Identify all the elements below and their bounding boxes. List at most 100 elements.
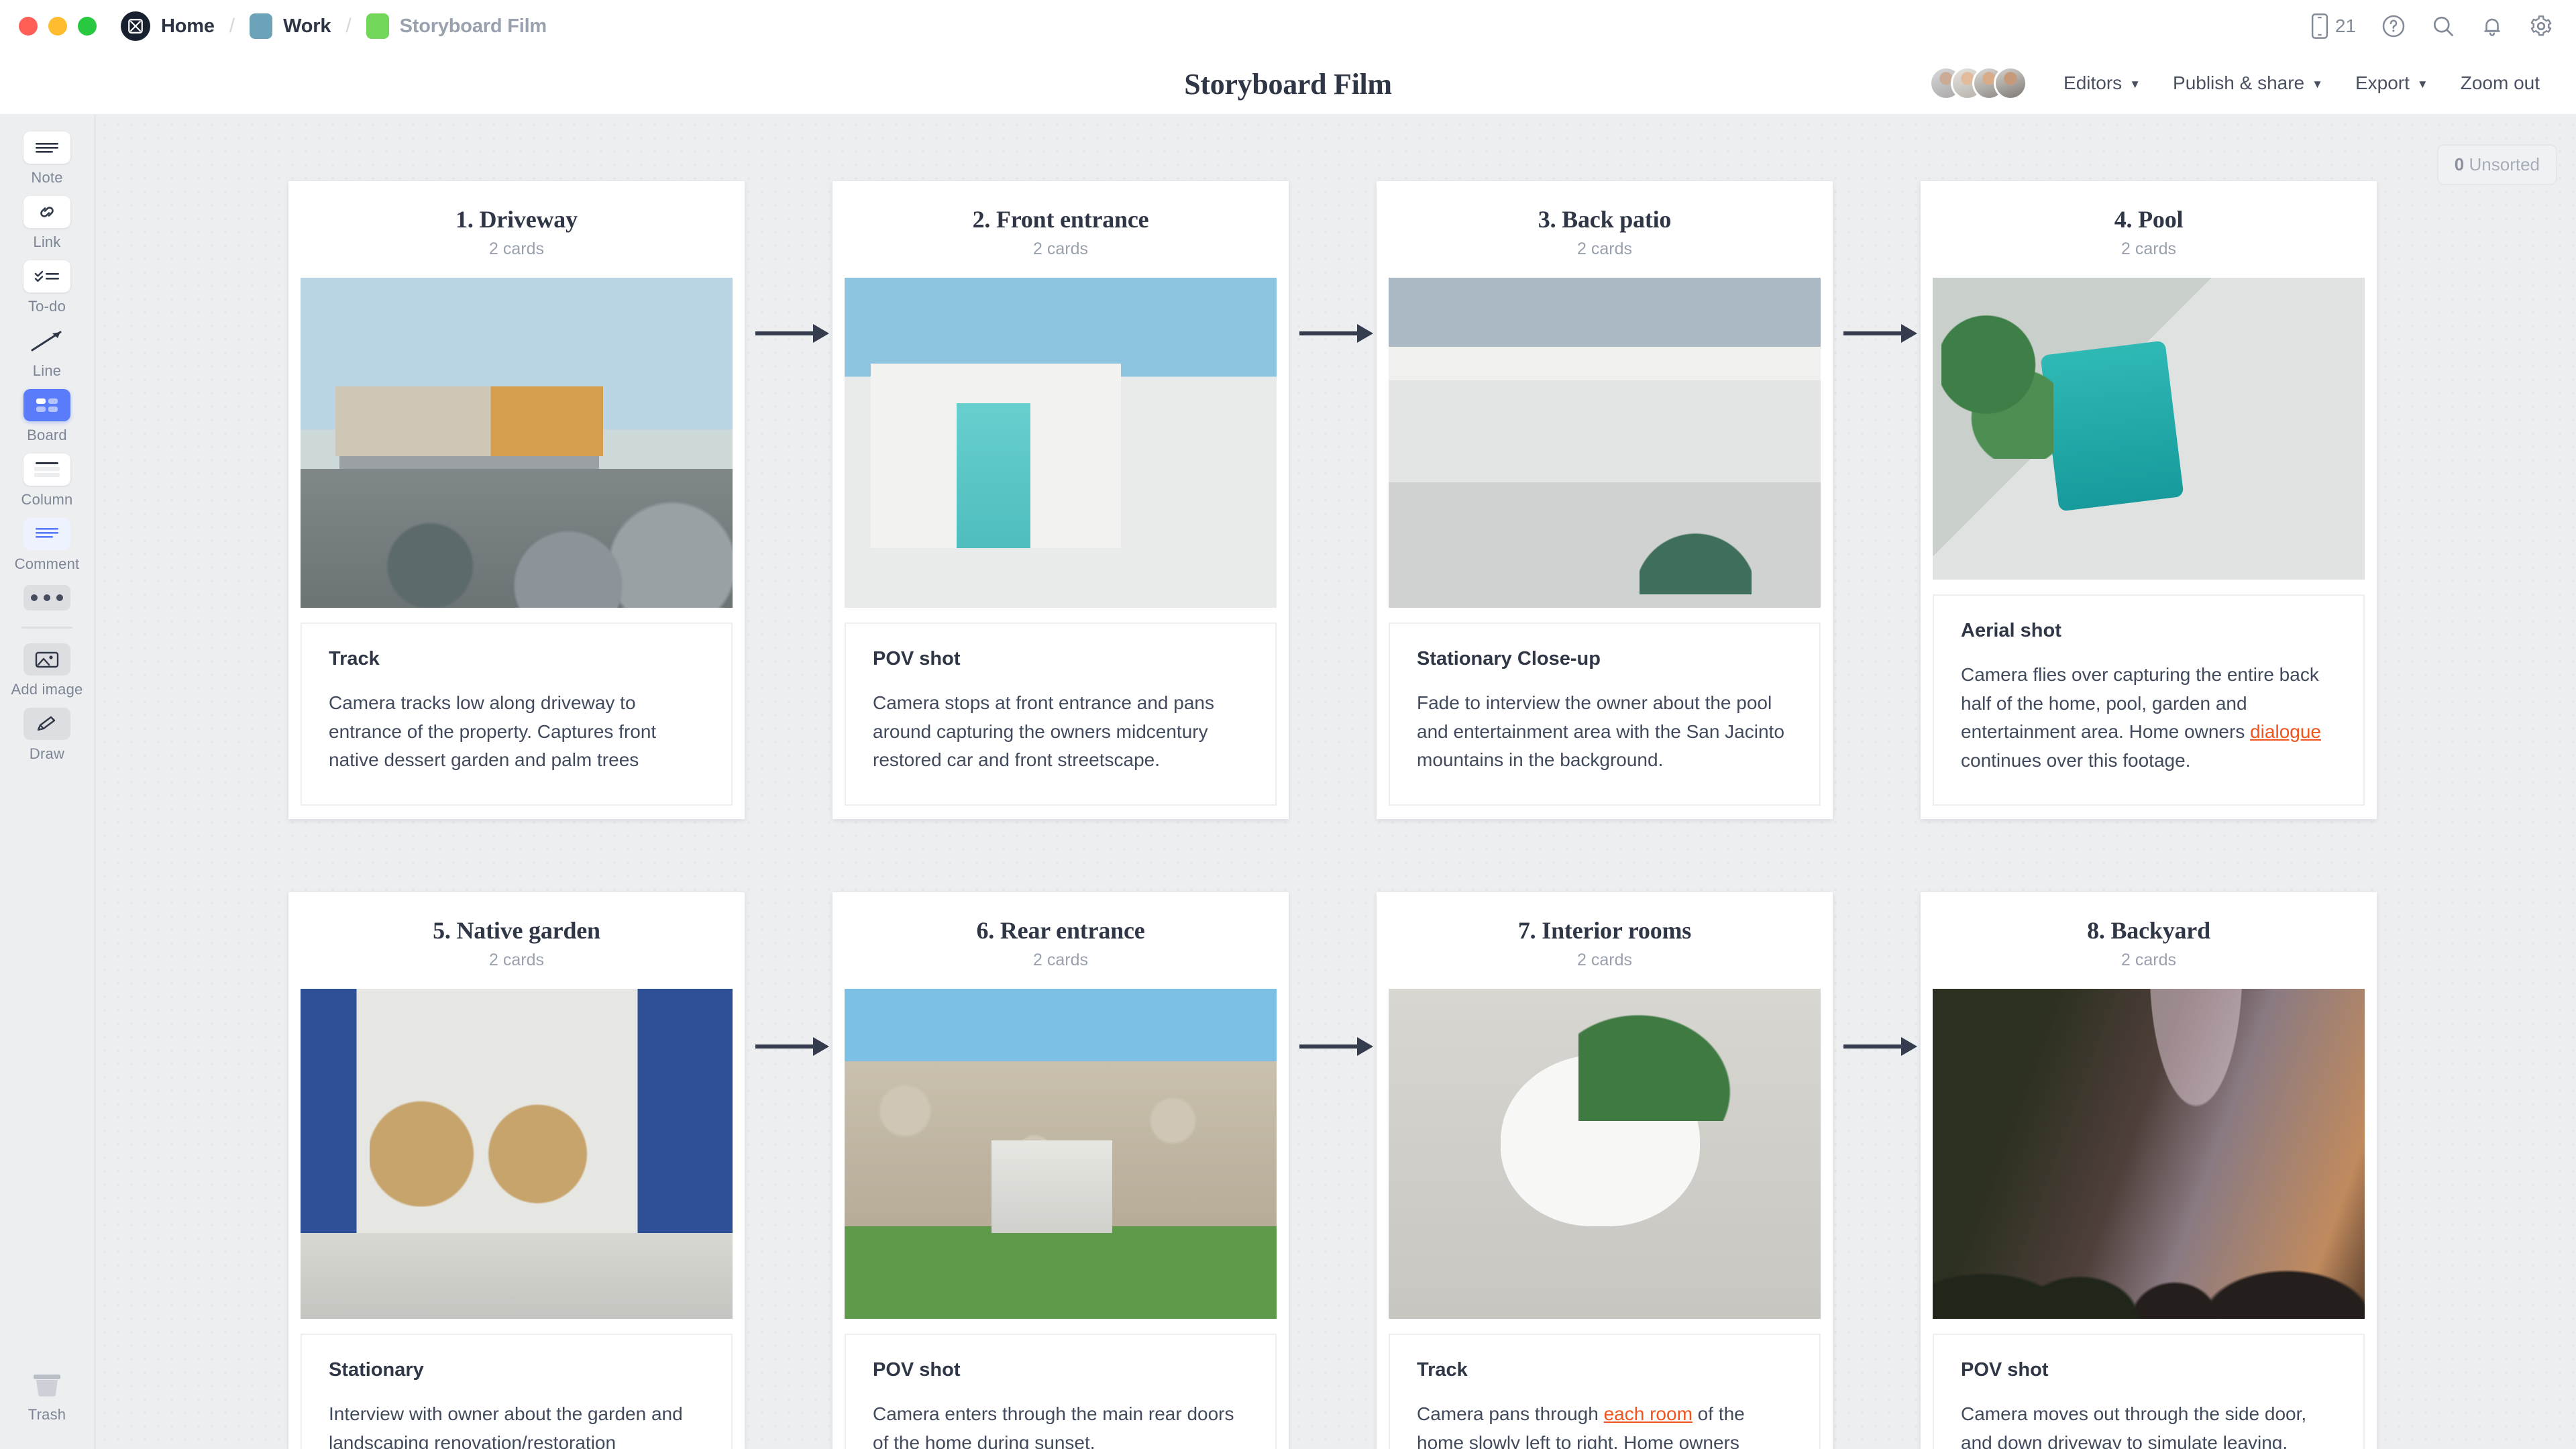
flow-arrow	[755, 322, 829, 345]
card-subtitle: 2 cards	[489, 951, 544, 969]
sidebar-tool-label: Comment	[14, 555, 80, 572]
card-subtitle: 2 cards	[1577, 239, 1632, 258]
sidebar-tool-column[interactable]: Column	[0, 453, 94, 508]
note-body: Camera moves out through the side door, …	[1961, 1403, 2307, 1449]
storyboard-card[interactable]: 5. Native garden 2 cards Stationary Inte…	[288, 892, 745, 1449]
avatar[interactable]	[1994, 66, 2028, 100]
card-note[interactable]: POV shot Camera enters through the main …	[845, 1334, 1277, 1449]
card-note[interactable]: Aerial shot Camera flies over capturing …	[1933, 594, 2365, 806]
card-header: 7. Interior rooms 2 cards	[1377, 892, 1833, 970]
chevron-down-icon: ▼	[2129, 78, 2141, 91]
sidebar-tool-label: Note	[31, 169, 63, 186]
folder-swatch-icon-storyboard	[366, 13, 389, 39]
card-photo[interactable]	[1933, 989, 2365, 1319]
card-photo[interactable]	[1933, 278, 2365, 580]
search-icon[interactable]	[2431, 14, 2455, 38]
note-body: Interview with owner about the garden an…	[329, 1403, 683, 1449]
image-icon	[23, 643, 70, 676]
card-title: 7. Interior rooms	[1517, 917, 1692, 944]
notifications-icon[interactable]	[2481, 14, 2504, 38]
breadcrumb-item-storyboard-film[interactable]: Storyboard Film	[400, 15, 547, 38]
sidebar-tool-comment[interactable]: Comment	[0, 518, 94, 573]
card-title: 8. Backyard	[2087, 917, 2210, 944]
line-arrow-icon	[23, 325, 70, 357]
storyboard-card[interactable]: 6. Rear entrance 2 cards POV shot Camera…	[833, 892, 1289, 1449]
settings-icon[interactable]	[2529, 14, 2553, 38]
card-photo[interactable]	[301, 278, 733, 608]
more-dot-icon	[44, 594, 50, 601]
storyboard-card[interactable]: 1. Driveway 2 cards Track Camera tracks …	[288, 181, 745, 819]
close-window-button[interactable]	[19, 17, 38, 36]
storyboard-card[interactable]: 2. Front entrance 2 cards POV shot Camer…	[833, 181, 1289, 819]
storyboard-card[interactable]: 4. Pool 2 cards Aerial shot Camera flies…	[1921, 181, 2377, 820]
sidebar-tool-label: Link	[33, 233, 61, 250]
mobile-count: 21	[2334, 15, 2356, 36]
card-title: 1. Driveway	[455, 206, 578, 233]
help-icon[interactable]	[2381, 14, 2406, 38]
more-options-button[interactable]	[23, 585, 70, 610]
storyboard-card[interactable]: 7. Interior rooms 2 cards Track Camera p…	[1377, 892, 1833, 1449]
editor-avatars[interactable]	[1929, 66, 2028, 100]
card-note[interactable]: POV shot Camera stops at front entrance …	[845, 623, 1277, 806]
card-note[interactable]: Stationary Interview with owner about th…	[301, 1334, 733, 1449]
window-titlebar: Home / Work / Storyboard Film 21	[0, 0, 2576, 52]
card-note[interactable]: Track Camera pans through each room of t…	[1389, 1334, 1821, 1449]
storyboard-card[interactable]: 8. Backyard 2 cards POV shot Camera move…	[1921, 892, 2377, 1449]
sidebar-tool-board[interactable]: Board	[0, 389, 94, 444]
publish-share-button[interactable]: Publish & share ▼	[2157, 72, 2339, 94]
mobile-button[interactable]: 21	[2311, 13, 2356, 39]
card-title: 6. Rear entrance	[976, 917, 1145, 944]
todo-icon	[23, 260, 70, 292]
more-dot-icon	[56, 594, 63, 601]
note-inline-link[interactable]: each room	[1604, 1403, 1693, 1424]
sidebar-tool-note[interactable]: Note	[0, 131, 94, 186]
chevron-down-icon: ▼	[2312, 78, 2323, 91]
board-canvas[interactable]: 0 Unsorted 1. Driveway 2 cards Track Cam…	[94, 114, 2576, 1449]
sidebar-tool-label: Column	[21, 491, 73, 508]
storyboard-card[interactable]: 3. Back patio 2 cards Stationary Close-u…	[1377, 181, 1833, 819]
note-body: Camera stops at front entrance and pans …	[873, 692, 1214, 771]
card-note[interactable]: POV shot Camera moves out through the si…	[1933, 1334, 2365, 1449]
minimize-window-button[interactable]	[48, 17, 67, 36]
card-photo[interactable]	[845, 989, 1277, 1319]
card-header: 4. Pool 2 cards	[1921, 181, 2377, 259]
sidebar-tool-line[interactable]: Line	[0, 325, 94, 380]
sidebar-tool-todo[interactable]: To-do	[0, 260, 94, 315]
sidebar-tool-label: Draw	[29, 745, 65, 762]
breadcrumb-separator: /	[229, 15, 235, 37]
sidebar-tool-label: Add image	[11, 681, 83, 698]
maximize-window-button[interactable]	[78, 17, 97, 36]
card-title: 5. Native garden	[433, 917, 600, 944]
publish-share-label: Publish & share	[2173, 72, 2305, 93]
sidebar-tool-draw[interactable]: Draw	[0, 708, 94, 763]
note-body: Camera pans through each room of the hom…	[1417, 1400, 1792, 1449]
milanote-logo-icon[interactable]	[121, 11, 150, 41]
zoom-out-button[interactable]: Zoom out	[2445, 72, 2556, 94]
card-note[interactable]: Stationary Close-up Fade to interview th…	[1389, 623, 1821, 806]
card-subtitle: 2 cards	[1577, 951, 1632, 969]
breadcrumb-item-home[interactable]: Home	[161, 15, 215, 38]
header-actions: Editors ▼ Publish & share ▼ Export ▼ Zoo…	[1929, 52, 2556, 114]
sidebar-tool-link[interactable]: Link	[0, 196, 94, 251]
editors-button[interactable]: Editors ▼	[2047, 72, 2157, 94]
card-note[interactable]: Track Camera tracks low along driveway t…	[301, 623, 733, 806]
sidebar-tool-add-image[interactable]: Add image	[0, 643, 94, 698]
unsorted-badge[interactable]: 0 Unsorted	[2436, 144, 2557, 185]
note-title: POV shot	[1961, 1359, 2049, 1381]
unsorted-label: Unsorted	[2469, 154, 2540, 174]
app-window: Home / Work / Storyboard Film 21 Storybo…	[0, 0, 2576, 1449]
card-photo[interactable]	[845, 278, 1277, 608]
card-header: 8. Backyard 2 cards	[1921, 892, 2377, 970]
card-photo[interactable]	[1389, 989, 1821, 1319]
note-inline-link[interactable]: dialogue	[2250, 721, 2321, 742]
breadcrumb-item-work[interactable]: Work	[283, 15, 331, 38]
note-text-before: Camera pans through	[1417, 1403, 1604, 1424]
card-photo[interactable]	[1389, 278, 1821, 608]
breadcrumb: Home / Work / Storyboard Film	[121, 11, 547, 41]
card-photo[interactable]	[301, 989, 733, 1319]
column-icon	[23, 453, 70, 486]
traffic-lights[interactable]	[19, 17, 97, 36]
export-button[interactable]: Export ▼	[2339, 72, 2445, 94]
sidebar-trash[interactable]: Trash	[0, 1368, 94, 1424]
comment-icon	[23, 518, 70, 550]
